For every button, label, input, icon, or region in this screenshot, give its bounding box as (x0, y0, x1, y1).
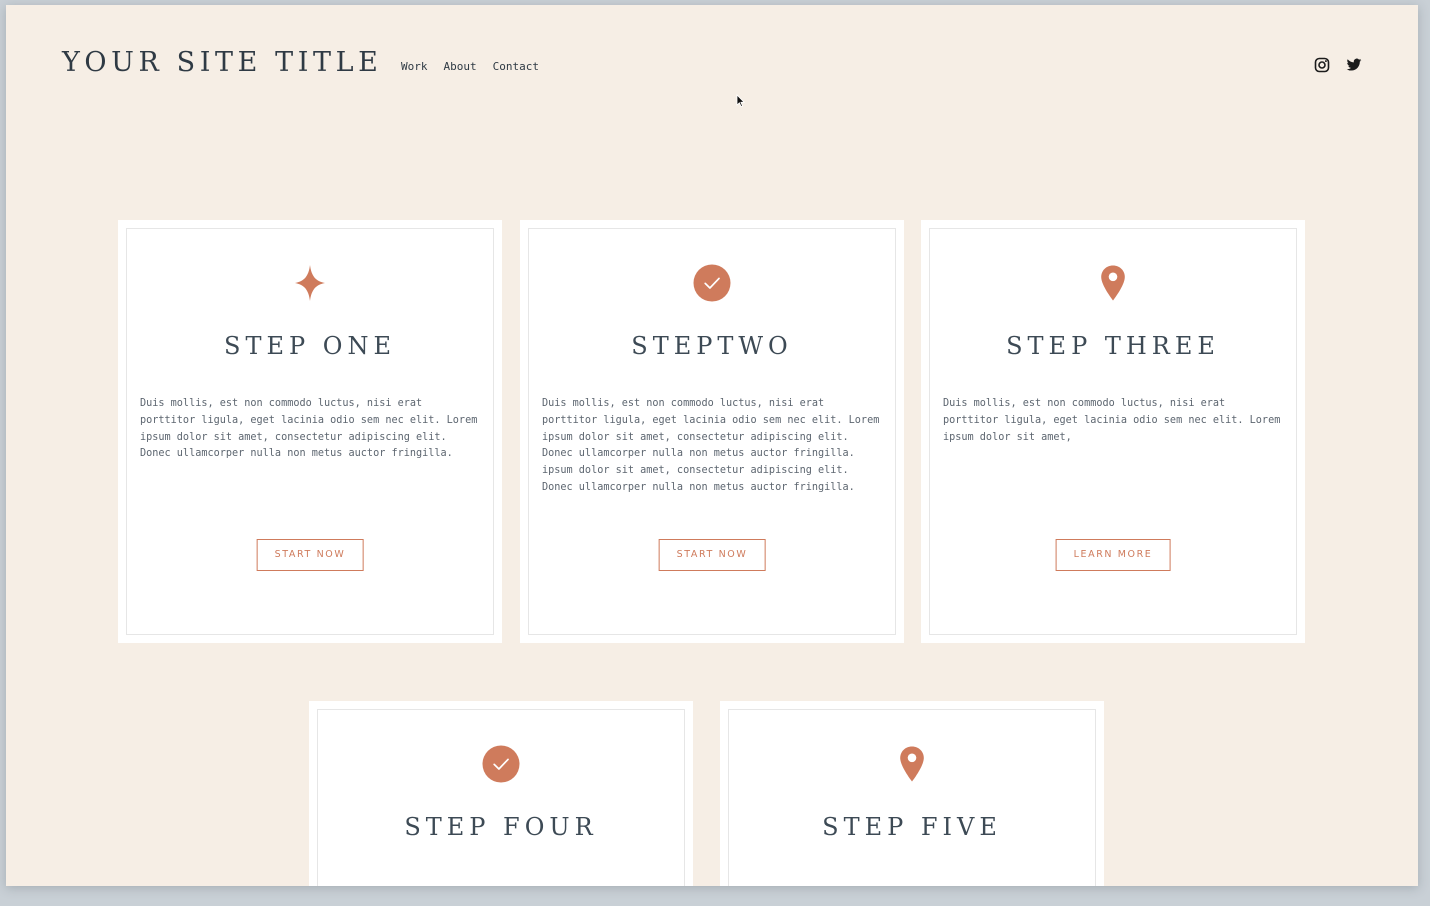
site-title[interactable]: YOUR SITE TITLE (62, 47, 382, 78)
card-title: STEP ONE (224, 332, 396, 360)
card-title: STEP FIVE (822, 813, 1002, 841)
card-body: Duis mollis, est non commodo luctus, nis… (542, 398, 880, 493)
mouse-cursor-icon (736, 94, 746, 108)
step-card: STEPTWO Duis mollis, est non commodo luc… (520, 220, 904, 643)
card-title: STEPTWO (631, 332, 793, 360)
step-card: STEP ONE Duis mollis, est non commodo lu… (118, 220, 502, 643)
twitter-icon[interactable] (1346, 57, 1362, 73)
card-body: Duis mollis, est non commodo luctus, nis… (943, 398, 1281, 443)
nav-about-link[interactable]: About (444, 60, 477, 73)
nav-contact-link[interactable]: Contact (493, 60, 539, 73)
check-circle-icon (693, 264, 731, 302)
page: YOUR SITE TITLE Work About Contact STEP … (6, 5, 1418, 886)
step-card: STEP THREE Duis mollis, est non commodo … (921, 220, 1305, 643)
step-card: STEP FOUR (309, 701, 693, 886)
step-card: STEP FIVE (720, 701, 1104, 886)
social-links (1314, 57, 1362, 73)
start-now-button[interactable]: START NOW (256, 539, 364, 571)
nav-work-link[interactable]: Work (401, 60, 428, 73)
card-title: STEP THREE (1006, 332, 1220, 360)
learn-more-button[interactable]: LEARN MORE (1055, 539, 1171, 571)
sparkle-icon (291, 264, 329, 302)
instagram-icon[interactable] (1314, 57, 1330, 73)
check-circle-icon (482, 745, 520, 783)
card-title: STEP FOUR (404, 813, 598, 841)
card-border (728, 709, 1096, 886)
card-body: Duis mollis, est non commodo luctus, nis… (140, 398, 478, 460)
map-pin-icon (893, 745, 931, 783)
main-nav: Work About Contact (401, 60, 539, 73)
map-pin-icon (1094, 264, 1132, 302)
start-now-button[interactable]: START NOW (658, 539, 766, 571)
card-border (317, 709, 685, 886)
